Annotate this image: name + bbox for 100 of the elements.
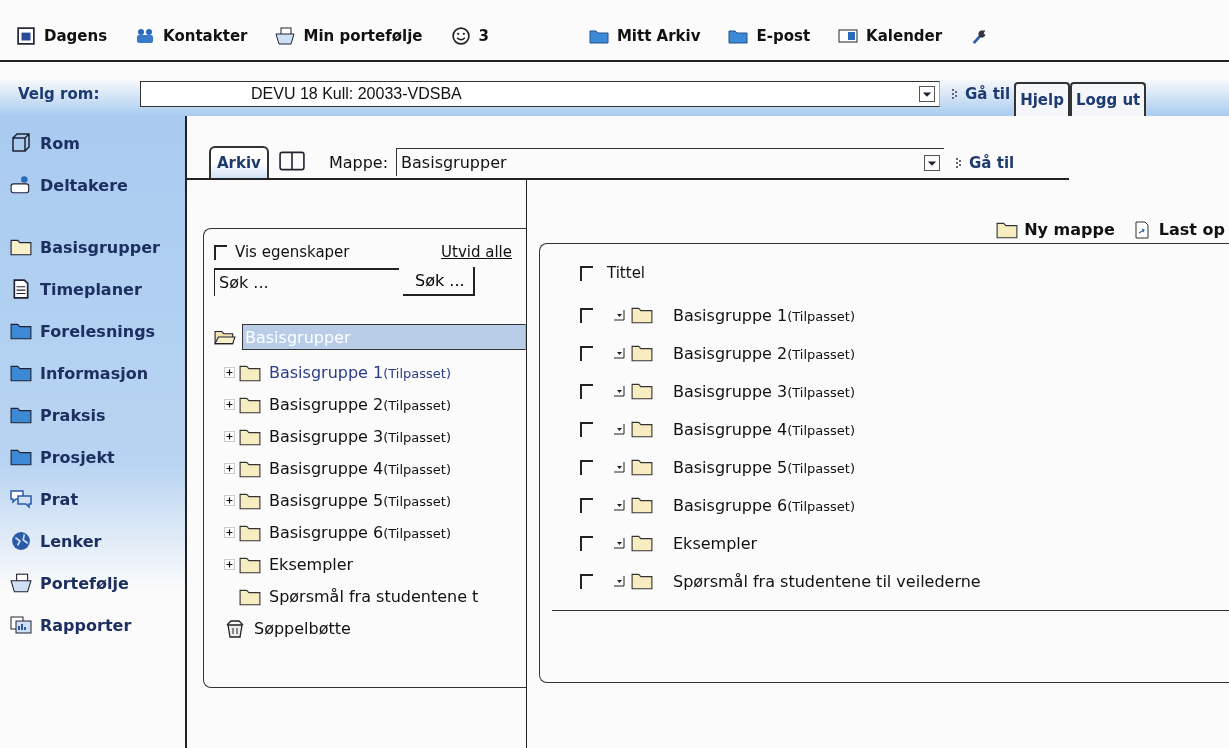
tree-item[interactable]: Basisgruppe 5(Tilpasset) <box>269 491 451 510</box>
tree-item[interactable]: Eksempler <box>269 555 354 574</box>
tree-item[interactable]: Basisgruppe 3(Tilpasset) <box>269 427 451 446</box>
folder-icon <box>10 363 32 383</box>
menu-link[interactable]: E-post <box>728 27 811 45</box>
header-tab-button[interactable]: Logg ut <box>1069 82 1147 116</box>
checkbox[interactable] <box>580 497 593 513</box>
menu-link[interactable]: 3 <box>450 27 489 45</box>
sidebar-item[interactable]: Forelesnings <box>10 316 185 346</box>
go-button[interactable]: Gå til <box>952 85 1011 103</box>
sidebar-item[interactable]: Praksis <box>10 400 185 430</box>
folder-link[interactable]: Basisgruppe 1(Tilpasset) <box>673 305 855 325</box>
toolbar-button[interactable]: Ny mappe <box>996 220 1115 239</box>
folder-label: Mappe: <box>328 153 389 172</box>
folder-icon <box>631 420 653 438</box>
folder-icon <box>10 237 32 257</box>
calendar-icon <box>838 27 859 45</box>
tree-item[interactable]: Basisgruppe 4(Tilpasset) <box>269 459 451 478</box>
menu-link[interactable]: Dagens <box>16 27 108 45</box>
archive-tab[interactable]: Arkiv <box>209 146 269 178</box>
checkbox[interactable] <box>580 265 593 281</box>
search-button[interactable]: Søk ... <box>403 267 475 296</box>
column-header: Tittel <box>607 264 646 282</box>
expand-icon[interactable] <box>224 463 235 474</box>
menu-arrow-icon[interactable] <box>613 423 625 435</box>
tree-item[interactable]: Basisgruppe 6(Tilpasset) <box>269 523 451 542</box>
checkbox[interactable] <box>580 307 593 323</box>
folder-icon <box>631 572 653 590</box>
folder-icon <box>239 523 261 542</box>
tree-item[interactable]: Spørsmål fra studentene t <box>269 587 479 606</box>
folder-link[interactable]: Spørsmål fra studentene til veilederne <box>673 571 981 591</box>
folder-icon <box>10 447 32 467</box>
room-label: Velg rom: <box>18 85 101 103</box>
globe-icon <box>10 531 32 551</box>
expand-all-link[interactable]: Utvid alle <box>441 243 512 261</box>
folder-icon <box>10 405 32 425</box>
header-tab-button[interactable]: Hjelp <box>1014 82 1070 116</box>
checkbox[interactable] <box>580 345 593 361</box>
properties-checkbox[interactable]: Vis egenskaper <box>214 243 350 261</box>
checkbox[interactable] <box>580 535 593 551</box>
folder-icon <box>239 395 261 414</box>
search-field[interactable]: Søk ... <box>214 267 399 296</box>
folder-icon <box>631 534 653 552</box>
tree-item[interactable]: Basisgruppe 1(Tilpasset) <box>269 363 451 382</box>
sidebar-item[interactable]: Rom <box>10 128 185 158</box>
checkbox[interactable] <box>580 383 593 399</box>
menu-arrow-icon[interactable] <box>613 499 625 511</box>
tree-item[interactable]: Basisgruppe 2(Tilpasset) <box>269 395 451 414</box>
room-select[interactable]: DEVU 18 Kull: 20033-VDSBA <box>140 81 940 107</box>
folder-link[interactable]: Basisgruppe 4(Tilpasset) <box>673 419 855 439</box>
calendar-icon <box>16 27 36 45</box>
book-icon <box>278 150 305 171</box>
checkbox[interactable] <box>580 459 593 475</box>
sidebar-item[interactable]: Portefølje <box>10 568 185 598</box>
dropdown-icon <box>924 154 941 171</box>
people-icon <box>10 175 32 195</box>
folder-link[interactable]: Eksempler <box>673 533 758 553</box>
folder-icon <box>631 382 653 400</box>
sidebar-item[interactable]: Prat <box>10 484 185 514</box>
folder-icon <box>239 587 261 606</box>
folder-icon <box>631 306 653 324</box>
folder-link[interactable]: Basisgruppe 6(Tilpasset) <box>673 495 855 515</box>
folder-icon <box>239 427 261 446</box>
expand-icon[interactable] <box>224 527 235 538</box>
sidebar-item[interactable]: Informasjon <box>10 358 185 388</box>
menu-link[interactable]: Min portefølje <box>275 27 423 45</box>
sidebar-item[interactable]: Prosjekt <box>10 442 185 472</box>
menu-link[interactable]: Kalender <box>838 27 943 45</box>
folder-icon <box>996 220 1019 239</box>
menu-arrow-icon[interactable] <box>613 537 625 549</box>
toolbar-button[interactable]: Last op <box>1130 220 1225 239</box>
expand-icon[interactable] <box>224 495 235 506</box>
folder-icon <box>631 344 653 362</box>
expand-icon[interactable] <box>224 559 235 570</box>
folder-select[interactable]: Basisgrupper <box>396 148 945 176</box>
expand-icon[interactable] <box>224 431 235 442</box>
folder-icon <box>239 491 261 510</box>
menu-link[interactable]: Kontakter <box>135 27 248 45</box>
menu-arrow-icon[interactable] <box>613 309 625 321</box>
folder-link[interactable]: Basisgruppe 2(Tilpasset) <box>673 343 855 363</box>
menu-link[interactable]: Mitt Arkiv <box>588 27 701 45</box>
sidebar-item[interactable]: Deltakere <box>10 170 185 200</box>
menu-arrow-icon[interactable] <box>613 575 625 587</box>
menu-arrow-icon[interactable] <box>613 385 625 397</box>
sidebar-item[interactable]: Rapporter <box>10 610 185 640</box>
menu-arrow-icon[interactable] <box>613 461 625 473</box>
sidebar-item[interactable]: Lenker <box>10 526 185 556</box>
folder-link[interactable]: Basisgruppe 5(Tilpasset) <box>673 457 855 477</box>
sidebar-item[interactable]: Timeplaner <box>10 274 185 304</box>
folder-icon <box>10 321 32 341</box>
go-button[interactable]: Gå til <box>956 154 1015 172</box>
expand-icon[interactable] <box>224 399 235 410</box>
sidebar-item[interactable]: Basisgrupper <box>10 232 185 262</box>
tree-item[interactable]: Søppelbøtte <box>254 619 351 638</box>
menu-arrow-icon[interactable] <box>613 347 625 359</box>
checkbox[interactable] <box>580 573 593 589</box>
checkbox[interactable] <box>580 421 593 437</box>
expand-icon[interactable] <box>224 367 235 378</box>
chat-icon <box>10 489 32 509</box>
folder-link[interactable]: Basisgruppe 3(Tilpasset) <box>673 381 855 401</box>
